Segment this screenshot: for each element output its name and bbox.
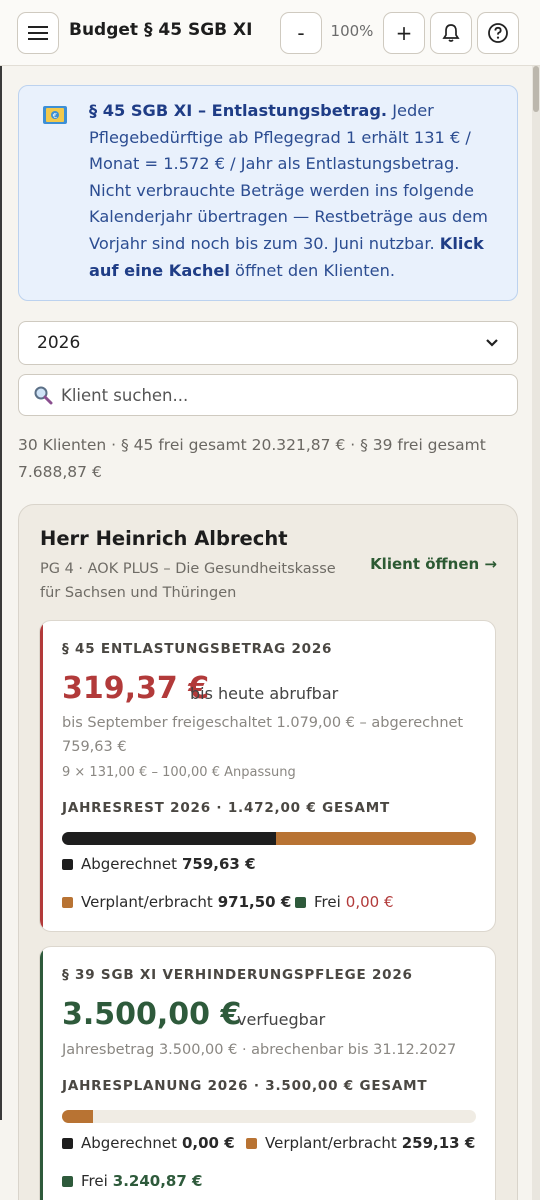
card-accent (40, 621, 43, 931)
svg-text:€: € (53, 112, 57, 120)
window-edge (0, 66, 2, 1120)
scrollbar-thumb[interactable] (533, 66, 539, 112)
open-client-link[interactable]: Klient öffnen → (370, 555, 497, 573)
search-icon (34, 386, 53, 405)
client-search[interactable] (18, 374, 518, 416)
zoom-level: 100% (330, 22, 374, 40)
entlastung-title: § 45 ENTLASTUNGSBETRAG 2026 (62, 641, 333, 657)
legend-swatch (62, 896, 73, 908)
notifications-button[interactable] (430, 12, 472, 54)
legend-label: Verplant/erbracht (81, 893, 213, 911)
menu-button[interactable] (17, 12, 59, 54)
verhinderung-detail: Jahresbetrag 3.500,00 € · abrechenbar bi… (62, 1042, 457, 1058)
help-icon (488, 23, 508, 43)
client-card[interactable]: Herr Heinrich Albrecht PG 4 · AOK PLUS –… (18, 504, 518, 1200)
year-select[interactable]: 2026 (18, 321, 518, 365)
legend-label: Abgerechnet (81, 855, 177, 873)
info-title: § 45 SGB XI – Entlastungsbetrag. (89, 101, 388, 120)
summary-text: 30 Klienten · § 45 frei gesamt 20.321,87… (18, 436, 486, 481)
verhinderung-progress-bar (62, 1110, 476, 1123)
legend-value: 0,00 € (345, 893, 394, 911)
legend-label: Abgerechnet (81, 1134, 177, 1152)
info-box: € § 45 SGB XI – Entlastungsbetrag. Jeder… (18, 85, 518, 301)
legend-abgerechnet: Abgerechnet 0,00 € (62, 1134, 235, 1152)
info-text: Jeder Pflegebedürftige ab Pflegegrad 1 e… (89, 101, 488, 253)
verhinderung-title: § 39 SGB XI VERHINDERUNGSPFLEGE 2026 (62, 967, 413, 983)
legend-abgerechnet: Abgerechnet 759,63 € (62, 855, 256, 873)
legend-label: Verplant/erbracht (265, 1134, 397, 1152)
legend-value: 759,63 € (181, 855, 256, 873)
legend-swatch (62, 858, 73, 870)
verhinderung-amount: 3.500,00 € (62, 997, 242, 1032)
legend-swatch (62, 1137, 73, 1149)
legend-frei: Frei 3.240,87 € (62, 1172, 202, 1190)
entlastung-amount-suffix: bis heute abrufbar (190, 684, 339, 703)
client-name: Herr Heinrich Albrecht (40, 527, 288, 550)
zoom-out-label: - (297, 21, 305, 45)
top-bar: Budget § 45 SGB XI - 100% + (0, 0, 540, 66)
bell-icon (442, 24, 460, 42)
legend-label: Frei (81, 1172, 108, 1190)
entlastung-formula: 9 × 131,00 € – 100,00 € Anpassung (62, 765, 296, 780)
client-meta: PG 4 · AOK PLUS – Die Gesundheitskasse f… (40, 561, 336, 601)
legend-value: 0,00 € (181, 1134, 235, 1152)
scrollbar-track[interactable] (532, 66, 540, 1200)
bar-segment-verplant (62, 1110, 93, 1123)
entlastung-amount: 319,37 € (62, 671, 210, 706)
chevron-down-icon (486, 339, 498, 347)
legend-swatch (295, 896, 306, 908)
entlastung-year-label: JAHRESREST 2026 · 1.472,00 € GESAMT (62, 800, 390, 816)
zoom-in-button[interactable]: + (383, 12, 425, 54)
verhinderung-card[interactable]: § 39 SGB XI VERHINDERUNGSPFLEGE 2026 3.5… (39, 946, 496, 1200)
help-button[interactable] (477, 12, 519, 54)
info-hint-tail: öffnet den Klienten. (229, 260, 395, 280)
zoom-out-button[interactable]: - (280, 12, 322, 54)
entlastung-card[interactable]: § 45 ENTLASTUNGSBETRAG 2026 319,37 € bis… (39, 620, 496, 932)
legend-value: 971,50 € (217, 893, 292, 911)
legend-swatch (246, 1137, 257, 1149)
money-icon: € (43, 106, 67, 124)
verhinderung-year-label: JAHRESPLANUNG 2026 · 3.500,00 € GESAMT (62, 1078, 428, 1094)
year-select-value: 2026 (37, 333, 81, 353)
entlastung-progress-bar (62, 832, 476, 845)
legend-value: 259,13 € (401, 1134, 476, 1152)
search-input[interactable] (61, 385, 501, 405)
legend-swatch (62, 1175, 73, 1187)
menu-icon (28, 26, 48, 40)
legend-verplant: Verplant/erbracht 971,50 € (62, 893, 291, 911)
legend-value: 3.240,87 € (112, 1172, 203, 1190)
legend-verplant: Verplant/erbracht 259,13 € (246, 1134, 475, 1152)
entlastung-detail: bis September freigeschaltet 1.079,00 € … (62, 715, 464, 755)
bar-segment-abgerechnet (62, 832, 276, 845)
app-title: Budget § 45 SGB XI (69, 20, 253, 40)
verhinderung-amount-suffix: verfuegbar (237, 1010, 326, 1029)
card-accent (40, 947, 43, 1200)
bar-segment-verplant (275, 832, 476, 845)
legend-label: Frei (314, 893, 341, 911)
legend-frei: Frei 0,00 € (295, 893, 394, 911)
zoom-in-label: + (395, 21, 413, 45)
